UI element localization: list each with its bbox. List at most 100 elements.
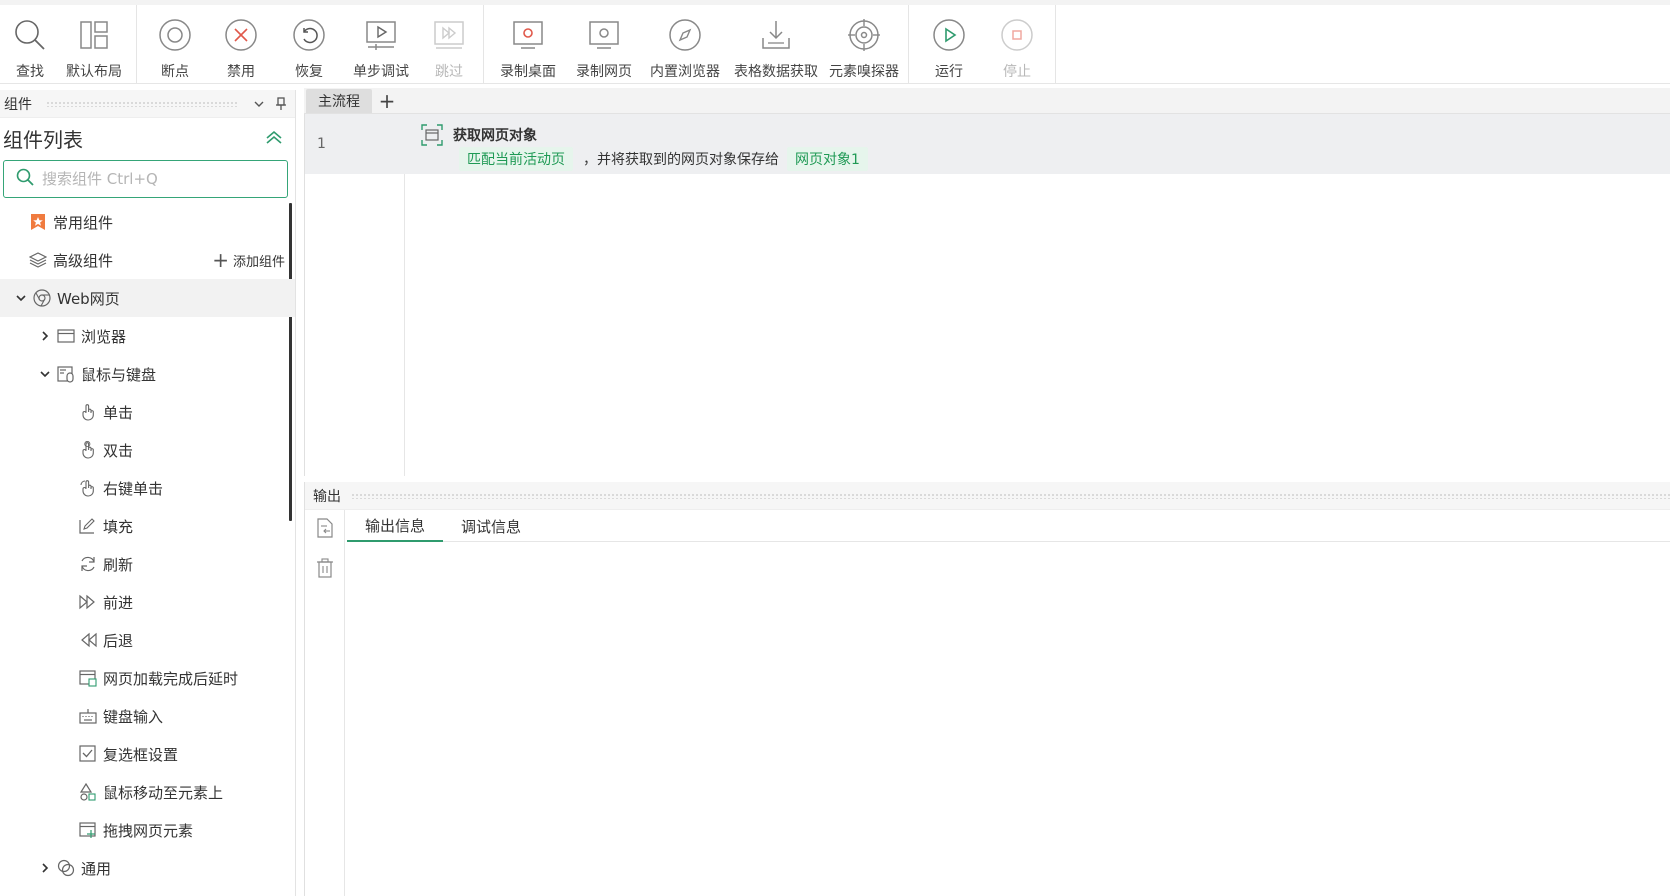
record-web-button[interactable]: 录制网页 xyxy=(566,5,642,83)
step-debug-icon xyxy=(363,17,399,53)
backward-icon xyxy=(78,630,98,650)
element-sniffer-button[interactable]: 元素嗅探器 xyxy=(824,5,904,83)
download-icon xyxy=(758,17,794,53)
layout-icon xyxy=(76,17,112,53)
table-data-button[interactable]: 表格数据获取 xyxy=(728,5,824,83)
step-debug-button[interactable]: 单步调试 xyxy=(343,5,419,83)
component-panel-header: 组件 xyxy=(0,90,295,118)
restore-button[interactable]: 恢复 xyxy=(275,5,343,83)
search-icon xyxy=(12,17,48,53)
breakpoint-button[interactable]: 断点 xyxy=(143,5,207,83)
tree-item-general[interactable]: 通用 xyxy=(0,849,295,883)
component-panel: 组件 组件列表 搜索组件 Ctrl+Q 常用组件 高级组件 + 添加组件 Web… xyxy=(0,90,296,896)
drag-handle[interactable] xyxy=(351,492,1670,499)
tree-item-double-click[interactable]: 双击 xyxy=(0,431,295,469)
chrome-icon xyxy=(32,288,52,308)
flow-editor: 主流程 + 1 获取网页对象 匹配当前活动页 ，并将获取到的网页对象保存给 网页… xyxy=(304,88,1670,476)
record-desktop-icon xyxy=(510,17,546,53)
find-button[interactable]: 查找 xyxy=(4,5,56,83)
chevron-right-icon[interactable] xyxy=(38,861,52,875)
chevron-down-icon[interactable] xyxy=(249,94,269,114)
trash-icon xyxy=(316,558,334,582)
add-tab-button[interactable]: + xyxy=(372,89,402,113)
add-component-button[interactable]: + 添加组件 xyxy=(212,241,285,279)
hand-right-click-icon xyxy=(78,478,98,498)
layers-icon xyxy=(28,250,48,270)
toolbar-group-view: 查找 默认布局 xyxy=(4,5,137,83)
page-clock-icon xyxy=(78,668,98,688)
chevron-down-icon[interactable] xyxy=(38,367,52,381)
output-body: 输出信息 调试信息 xyxy=(305,510,1670,896)
tree-item-hover-element[interactable]: 鼠标移动至元素上 xyxy=(0,773,295,811)
tree-item-web[interactable]: Web网页 xyxy=(0,279,295,317)
tree-item-drag-element[interactable]: 拖拽网页元素 xyxy=(0,811,295,849)
clear-log-button[interactable] xyxy=(305,550,345,590)
bookmark-star-icon xyxy=(28,212,48,232)
hand-click-icon xyxy=(78,402,98,422)
browser-window-icon xyxy=(56,326,76,346)
tree-item-common[interactable]: 常用组件 xyxy=(0,203,295,241)
flow-tabs: 主流程 + xyxy=(304,88,1670,114)
pin-icon[interactable] xyxy=(271,94,291,114)
tree-item-back[interactable]: 后退 xyxy=(0,621,295,659)
stop-icon xyxy=(999,17,1035,53)
record-desktop-button[interactable]: 录制桌面 xyxy=(490,5,566,83)
step-description: 匹配当前活动页 ，并将获取到的网页对象保存给 网页对象1 xyxy=(459,147,868,171)
skip-icon xyxy=(431,17,467,53)
collapse-up-icon[interactable] xyxy=(265,126,283,150)
toolbar-group-debug: 断点 禁用 恢复 单步调试 跳过 xyxy=(143,5,484,83)
tree-item-advanced[interactable]: 高级组件 + 添加组件 xyxy=(0,241,295,279)
flow-canvas: 1 获取网页对象 匹配当前活动页 ，并将获取到的网页对象保存给 网页对象1 xyxy=(304,114,1670,476)
undo-icon xyxy=(291,17,327,53)
tree-item-mouse-keyboard[interactable]: 鼠标与键盘 xyxy=(0,355,295,393)
output-panel: 输出 输出信息 调试信息 xyxy=(304,482,1670,896)
tree-item-fill[interactable]: 填充 xyxy=(0,507,295,545)
search-input[interactable] xyxy=(42,170,262,188)
checkbox-icon xyxy=(78,744,98,764)
plus-icon: + xyxy=(212,248,229,272)
tree-item-browser[interactable]: 浏览器 xyxy=(0,317,295,355)
tree-item-keyboard-input[interactable]: 键盘输入 xyxy=(0,697,295,735)
keyboard-icon xyxy=(78,706,98,726)
tree-item-right-click[interactable]: 右键单击 xyxy=(0,469,295,507)
chevron-right-icon[interactable] xyxy=(38,329,52,343)
forward-icon xyxy=(78,592,98,612)
toolbar-group-run: 运行 停止 xyxy=(915,5,1056,83)
search-box xyxy=(3,160,288,198)
component-list-title: 组件列表 xyxy=(0,118,295,158)
run-button[interactable]: 运行 xyxy=(915,5,983,83)
web-object-icon xyxy=(421,124,443,146)
tree-item-refresh[interactable]: 刷新 xyxy=(0,545,295,583)
disable-button[interactable]: 禁用 xyxy=(207,5,275,83)
export-log-button[interactable] xyxy=(305,510,345,550)
param-chip-match-page[interactable]: 匹配当前活动页 xyxy=(459,147,573,171)
close-circle-icon xyxy=(223,17,259,53)
chevron-down-icon[interactable] xyxy=(14,291,28,305)
tree-item-click[interactable]: 单击 xyxy=(0,393,295,431)
tree-item-checkbox-setting[interactable]: 复选框设置 xyxy=(0,735,295,773)
output-toolbar xyxy=(305,510,345,896)
builtin-browser-button[interactable]: 内置浏览器 xyxy=(642,5,728,83)
default-layout-button[interactable]: 默认布局 xyxy=(56,5,132,83)
drag-element-icon xyxy=(78,820,98,840)
tab-main-flow[interactable]: 主流程 xyxy=(306,89,372,113)
stop-button[interactable]: 停止 xyxy=(983,5,1051,83)
skip-button[interactable]: 跳过 xyxy=(419,5,479,83)
target-icon xyxy=(846,17,882,53)
drag-handle[interactable] xyxy=(46,100,239,107)
record-web-icon xyxy=(586,17,622,53)
toolbar: 查找 默认布局 断点 禁用 恢复 单步调试 跳过 录制桌面 录制网页 内置浏览器… xyxy=(0,0,1670,84)
link-circles-icon xyxy=(56,858,76,878)
breakpoint-icon xyxy=(157,17,193,53)
tab-output-info[interactable]: 输出信息 xyxy=(347,510,444,542)
line-number: 1 xyxy=(317,136,326,152)
output-panel-header: 输出 xyxy=(305,482,1670,510)
play-icon xyxy=(931,17,967,53)
tab-debug-info[interactable]: 调试信息 xyxy=(443,510,539,542)
tree-item-page-load-delay[interactable]: 网页加载完成后延时 xyxy=(0,659,295,697)
param-chip-web-object[interactable]: 网页对象1 xyxy=(787,147,868,171)
step-title: 获取网页对象 xyxy=(453,128,537,144)
toolbar-group-record: 录制桌面 录制网页 内置浏览器 表格数据获取 元素嗅探器 xyxy=(490,5,909,83)
flow-step-row[interactable]: 1 获取网页对象 匹配当前活动页 ，并将获取到的网页对象保存给 网页对象1 xyxy=(305,114,1670,174)
tree-item-forward[interactable]: 前进 xyxy=(0,583,295,621)
